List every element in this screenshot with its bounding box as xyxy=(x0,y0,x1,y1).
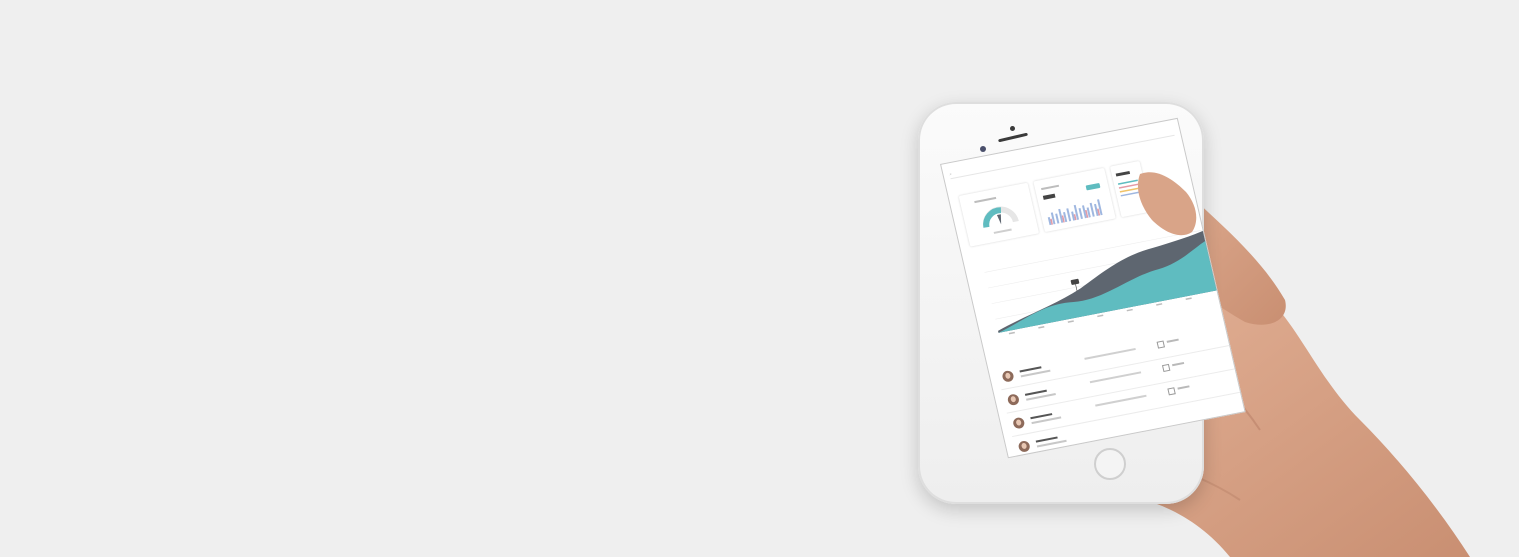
row-value-line xyxy=(1171,361,1185,367)
avatar-icon xyxy=(1012,416,1026,430)
row-value-line xyxy=(1166,338,1179,343)
bar-mini-card xyxy=(1033,167,1116,233)
avatar-icon xyxy=(1017,440,1031,453)
calendar-icon xyxy=(1167,387,1176,396)
last-updated-line xyxy=(1084,347,1136,360)
calendar-icon xyxy=(1156,340,1166,349)
row-value-line xyxy=(1177,385,1190,390)
gauge-icon xyxy=(974,196,1019,234)
last-updated-line xyxy=(1095,394,1147,407)
proximity-sensor xyxy=(1010,126,1015,131)
front-camera-icon xyxy=(980,146,986,152)
legend-card xyxy=(1109,160,1152,218)
home-button[interactable] xyxy=(1094,448,1126,480)
avatar-icon xyxy=(1006,393,1021,407)
gauge-card xyxy=(958,182,1040,247)
legend-swatches xyxy=(1115,170,1141,197)
photo-scene: ⌕ xyxy=(0,0,1519,557)
mini-bar-chart xyxy=(1041,183,1103,226)
calendar-icon xyxy=(1161,363,1171,373)
smartphone: ⌕ xyxy=(918,102,1246,504)
last-updated-line xyxy=(1089,371,1142,384)
hand-illustration xyxy=(921,170,1470,557)
avatar-icon xyxy=(1001,369,1015,383)
search-icon: ⌕ xyxy=(948,171,953,177)
